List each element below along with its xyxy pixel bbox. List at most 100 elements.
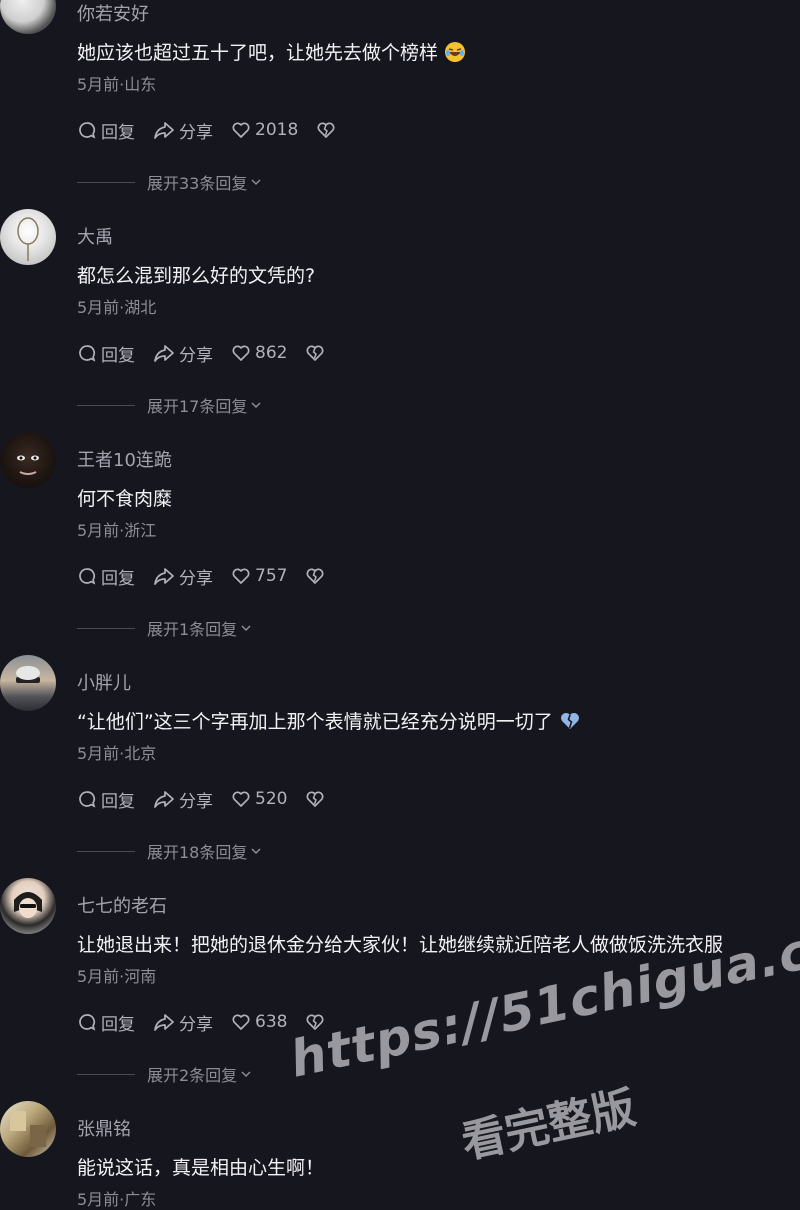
chevron-down-icon: [241, 1071, 251, 1078]
share-button[interactable]: 分享: [153, 341, 213, 366]
broken-heart-icon: [306, 568, 324, 584]
share-label: 分享: [179, 122, 213, 143]
expand-replies-label: 展开18条回复: [147, 843, 248, 862]
avatar[interactable]: [0, 0, 56, 34]
comment-meta: 5月前·北京: [77, 744, 157, 763]
chevron-down-icon: [251, 848, 261, 855]
share-label: 分享: [179, 345, 213, 366]
like-count: 2018: [255, 120, 299, 140]
like-button[interactable]: 638: [231, 1012, 287, 1032]
broken-heart-icon: [306, 345, 324, 361]
comment-meta: 5月前·河南: [77, 967, 157, 986]
avatar[interactable]: [0, 655, 56, 711]
reply-label: 回复: [101, 122, 135, 143]
expand-replies-button[interactable]: 展开2条回复: [77, 1062, 252, 1086]
comment-actions: 回复 分享 638: [77, 1008, 347, 1036]
comment-text-body: 她应该也超过五十了吧，让她先去做个榜样: [77, 42, 439, 64]
share-icon: [154, 568, 174, 585]
divider: [77, 181, 135, 183]
share-label: 分享: [179, 568, 213, 589]
comment-username[interactable]: 大禹: [77, 223, 113, 249]
heart-icon: [232, 1014, 250, 1030]
dislike-button[interactable]: [305, 343, 329, 363]
divider: [77, 404, 135, 406]
share-icon: [154, 122, 174, 139]
share-icon: [154, 345, 174, 362]
comment-item: 七七的老石 让她退出来！把她的退休金分给大家伙！让她继续就近陪老人做做饭洗洗衣服…: [0, 878, 800, 1115]
chevron-down-icon: [251, 402, 261, 409]
reply-button[interactable]: 回复: [77, 341, 135, 366]
reply-button[interactable]: 回复: [77, 1010, 135, 1035]
avatar[interactable]: [0, 878, 56, 934]
avatar[interactable]: [0, 432, 56, 488]
chevron-down-icon: [241, 625, 251, 632]
dislike-button[interactable]: [305, 1012, 329, 1032]
dislike-button[interactable]: [305, 789, 329, 809]
share-icon: [154, 1014, 174, 1031]
like-count: 520: [255, 789, 288, 809]
comment-text: “让他们”这三个字再加上那个表情就已经充分说明一切了: [77, 707, 581, 737]
expand-replies-button[interactable]: 展开17条回复: [77, 393, 262, 417]
reply-icon: [79, 791, 96, 808]
like-button[interactable]: 520: [231, 789, 287, 809]
like-button[interactable]: 757: [231, 566, 287, 586]
comment-text: 何不食肉糜: [77, 488, 173, 510]
share-button[interactable]: 分享: [153, 564, 213, 589]
reply-button[interactable]: 回复: [77, 564, 135, 589]
expand-replies-label: 展开33条回复: [147, 174, 248, 193]
comment-username[interactable]: 王者10连跪: [77, 446, 172, 472]
comment-actions: 回复 分享 520: [77, 785, 347, 813]
like-button[interactable]: 862: [231, 343, 287, 363]
reply-label: 回复: [101, 568, 135, 589]
reply-label: 回复: [101, 1014, 135, 1035]
comment-actions: 回复 分享 757: [77, 562, 347, 590]
comment-item: 大禹 都怎么混到那么好的文凭的? 5月前·湖北 回复 分享 862 展开17条回…: [0, 209, 800, 446]
like-button[interactable]: 2018: [231, 120, 298, 140]
like-count: 638: [255, 1012, 288, 1032]
avatar[interactable]: [0, 209, 56, 265]
reply-icon: [79, 122, 96, 139]
reply-button[interactable]: 回复: [77, 118, 135, 143]
expand-replies-label: 展开17条回复: [147, 397, 248, 416]
share-button[interactable]: 分享: [153, 118, 213, 143]
broken-heart-icon: [306, 791, 324, 807]
broken-heart-icon: [317, 122, 335, 138]
reply-icon: [79, 345, 96, 362]
dislike-button[interactable]: [316, 120, 340, 140]
reply-icon: [79, 1014, 96, 1031]
comment-username[interactable]: 张鼎铭: [77, 1115, 131, 1141]
comment-meta: 5月前·山东: [77, 75, 157, 94]
reply-button[interactable]: 回复: [77, 787, 135, 812]
dislike-button[interactable]: [305, 566, 329, 586]
expand-replies-label: 展开1条回复: [147, 620, 238, 639]
comment-text: 她应该也超过五十了吧，让她先去做个榜样: [77, 38, 466, 68]
divider: [77, 1073, 135, 1075]
divider: [77, 850, 135, 852]
broken-heart-emoji: [559, 710, 581, 737]
heart-icon: [232, 568, 250, 584]
reply-icon: [79, 568, 96, 585]
comment-text: 都怎么混到那么好的文凭的?: [77, 265, 316, 287]
share-icon: [154, 791, 174, 808]
comment-item: 王者10连跪 何不食肉糜 5月前·浙江 回复 分享 757 展开1条回复: [0, 432, 800, 669]
comment-username[interactable]: 你若安好: [77, 0, 149, 26]
expand-replies-button[interactable]: 展开33条回复: [77, 170, 262, 194]
comment-actions: 回复 分享 862: [77, 339, 347, 367]
expand-replies-button[interactable]: 展开18条回复: [77, 839, 262, 863]
comment-meta: 5月前·浙江: [77, 521, 157, 540]
comment-meta: 5月前·广东: [77, 1190, 157, 1209]
like-count: 757: [255, 566, 288, 586]
expand-replies-button[interactable]: 展开1条回复: [77, 616, 252, 640]
chevron-down-icon: [251, 179, 261, 186]
comment-username[interactable]: 七七的老石: [77, 892, 167, 918]
share-button[interactable]: 分享: [153, 787, 213, 812]
expand-replies-label: 展开2条回复: [147, 1066, 238, 1085]
reply-label: 回复: [101, 791, 135, 812]
comment-username[interactable]: 小胖儿: [77, 669, 131, 695]
heart-icon: [232, 345, 250, 361]
laughing-tears-emoji: [444, 41, 466, 68]
avatar[interactable]: [0, 1101, 56, 1157]
share-button[interactable]: 分享: [153, 1010, 213, 1035]
comment-text-body: “让他们”这三个字再加上那个表情就已经充分说明一切了: [77, 711, 553, 733]
share-label: 分享: [179, 1014, 213, 1035]
